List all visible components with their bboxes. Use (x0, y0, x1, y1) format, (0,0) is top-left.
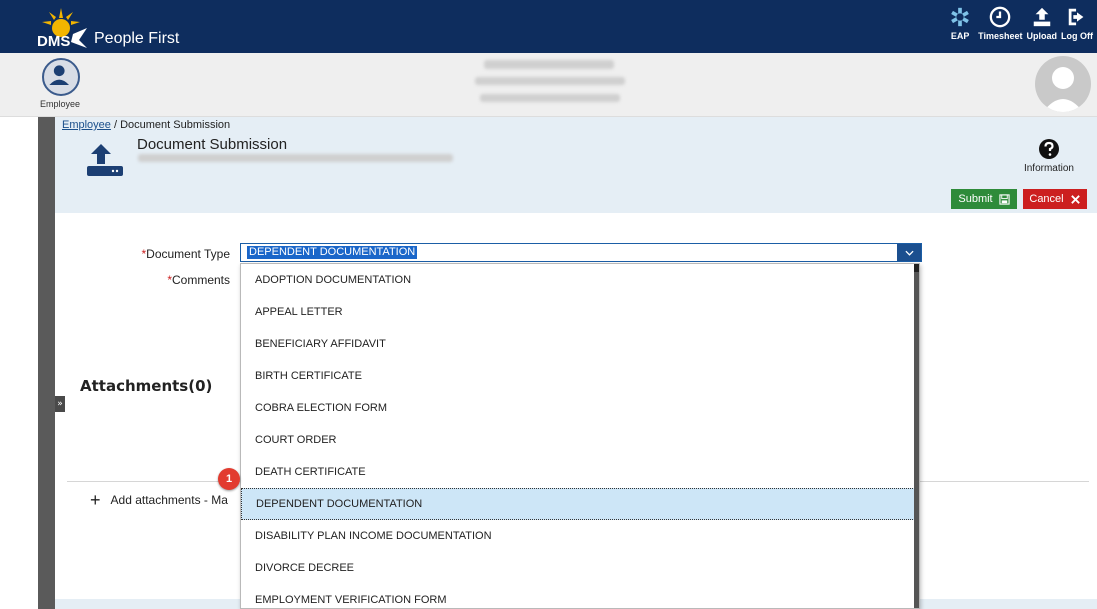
document-type-select[interactable]: DEPENDENT DOCUMENTATION (240, 243, 922, 262)
upload-label: Upload (1026, 31, 1058, 41)
dropdown-option[interactable]: DEATH CERTIFICATE (241, 456, 915, 488)
eap-icon (951, 7, 969, 27)
dropdown-option[interactable]: COURT ORDER (241, 424, 915, 456)
help-icon (1038, 139, 1059, 159)
plus-icon: + (90, 490, 101, 510)
information-label: Information (1023, 163, 1074, 174)
logo-text: DMS (37, 33, 70, 50)
close-icon (1070, 194, 1080, 204)
dropdown-option[interactable]: BIRTH CERTIFICATE (241, 360, 915, 392)
dropdown-option[interactable]: COBRA ELECTION FORM (241, 392, 915, 424)
dropdown-option[interactable]: DEPENDENT DOCUMENTATION (241, 488, 915, 520)
comments-label: *Comments (167, 273, 230, 287)
dropdown-option[interactable]: APPEAL LETTER (241, 296, 915, 328)
redacted-department (475, 77, 625, 85)
page-header (55, 117, 1097, 213)
user-bar: Employee (0, 53, 1097, 117)
save-icon (998, 193, 1010, 205)
scroll-up-arrow[interactable] (914, 264, 919, 272)
top-bar: DMS People First EAP Timesheet Upload Lo… (0, 0, 1097, 53)
breadcrumb-current: Document Submission (120, 119, 231, 131)
breadcrumb: Employee / Document Submission (62, 119, 230, 131)
dropdown-option[interactable]: EMPLOYMENT VERIFICATION FORM (241, 584, 915, 608)
log-off-button[interactable]: Log Off (1061, 6, 1093, 41)
app-title: People First (94, 30, 180, 47)
add-attachments-label: Add attachments - Ma (110, 493, 228, 507)
submit-label: Submit (958, 193, 993, 205)
attachments-title: Attachments(0) (80, 377, 213, 395)
cancel-button[interactable]: Cancel (1023, 189, 1087, 209)
log-off-label: Log Off (1061, 31, 1093, 41)
profile-avatar[interactable] (1035, 56, 1091, 112)
eap-button[interactable]: EAP (946, 6, 974, 41)
timesheet-label: Timesheet (978, 31, 1023, 41)
breadcrumb-separator: / (110, 119, 121, 131)
logout-icon (1068, 8, 1084, 26)
dms-logo: DMS (37, 8, 87, 50)
document-type-options: EMPLOYMENT VERIFICATION FORM DIVORCE DECR… (240, 263, 920, 609)
add-attachments-button[interactable]: + Add attachments - Ma (90, 490, 228, 510)
document-type-value: DEPENDENT DOCUMENTATION (247, 246, 418, 259)
dropdown-option[interactable]: ADOPTION DOCUMENTATION (241, 264, 915, 296)
timesheet-button[interactable]: Timesheet (978, 6, 1023, 41)
breadcrumb-employee-link[interactable]: Employee (62, 119, 111, 131)
redacted-subtitle (138, 154, 453, 162)
clock-icon (990, 6, 1011, 28)
cancel-label: Cancel (1029, 193, 1064, 205)
information-button[interactable]: Information (1024, 138, 1074, 174)
person-icon (49, 65, 70, 86)
employee-avatar-button[interactable] (42, 58, 80, 96)
step-callout-badge: 1 (218, 468, 240, 490)
chevron-down-icon (904, 250, 914, 256)
employee-label: Employee (40, 99, 81, 109)
dropdown-option[interactable]: DIVORCE DECREE (241, 552, 915, 584)
top-actions: EAP Timesheet Upload Log Off (946, 6, 1093, 41)
dropdown-option[interactable]: DISABILITY PLAN INCOME DOCUMENTATION (241, 520, 915, 552)
upload-icon (1033, 7, 1050, 27)
document-upload-icon (87, 144, 123, 176)
dropdown-caret[interactable] (897, 244, 921, 261)
page-title: Document Submission (137, 136, 288, 153)
left-rail (38, 117, 55, 609)
user-silhouette-icon (1043, 67, 1083, 112)
submit-button[interactable]: Submit (951, 189, 1017, 209)
dropdown-scrollbar[interactable] (914, 264, 919, 608)
dropdown-option[interactable]: BENEFICIARY AFFIDAVIT (241, 328, 915, 360)
upload-button[interactable]: Upload (1026, 6, 1058, 41)
document-type-label: *Document Type (141, 247, 231, 261)
expand-rail-toggle[interactable]: » (55, 396, 65, 412)
eap-label: EAP (950, 31, 970, 41)
redacted-agency (480, 94, 620, 102)
redacted-name (484, 60, 614, 69)
